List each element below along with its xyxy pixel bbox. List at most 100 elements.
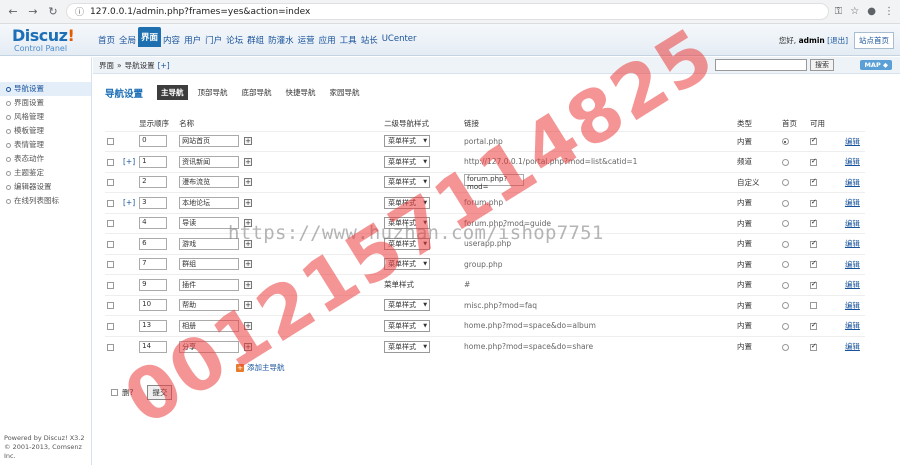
search-input[interactable] <box>715 59 807 71</box>
account-icon[interactable]: ● <box>867 6 876 17</box>
tab-item[interactable]: 家园导航 <box>326 85 364 100</box>
edit-link[interactable]: 编辑 <box>845 157 860 166</box>
home-radio[interactable] <box>781 302 789 310</box>
add-subnav-icon[interactable]: + <box>244 280 253 289</box>
order-input[interactable]: 0 <box>139 135 168 148</box>
add-subnav-icon[interactable]: + <box>244 219 253 228</box>
sidebar-item[interactable]: 表态动作 <box>0 152 91 166</box>
add-subnav-icon[interactable]: + <box>244 239 253 248</box>
row-delete-checkbox[interactable] <box>107 343 114 351</box>
add-subnav-icon[interactable]: + <box>244 178 253 187</box>
tab-item[interactable]: 快捷导航 <box>282 85 320 100</box>
home-radio[interactable] <box>781 240 789 248</box>
topnav-item[interactable]: 运营 <box>296 32 317 48</box>
style-select[interactable]: 菜单样式 <box>384 217 431 230</box>
row-delete-checkbox[interactable] <box>107 281 114 289</box>
name-input[interactable]: 导读 <box>179 217 240 230</box>
sidebar-item[interactable]: 在线列表图标 <box>0 194 91 208</box>
style-select[interactable]: 菜单样式 <box>384 237 431 250</box>
home-radio[interactable] <box>781 158 789 166</box>
topnav-item[interactable]: 站长 <box>359 32 380 48</box>
order-input[interactable]: 9 <box>139 278 168 291</box>
available-checkbox[interactable] <box>809 321 817 330</box>
order-input[interactable]: 2 <box>139 176 168 189</box>
home-radio[interactable] <box>781 179 789 187</box>
style-select[interactable]: 菜单样式 <box>384 155 431 168</box>
order-input[interactable]: 6 <box>139 237 168 250</box>
available-checkbox[interactable] <box>809 280 817 289</box>
edit-link[interactable]: 编辑 <box>845 219 860 228</box>
name-input[interactable]: 相册 <box>179 319 240 332</box>
home-radio[interactable] <box>781 199 789 207</box>
name-input[interactable]: 本地论坛 <box>179 196 240 209</box>
add-main-nav[interactable]: + 添加主导航 <box>236 362 285 373</box>
row-delete-checkbox[interactable] <box>107 261 114 269</box>
expand-toggle[interactable]: [+] <box>123 198 135 207</box>
discuz-logo[interactable]: Discuz! Control Panel <box>12 28 92 54</box>
home-radio[interactable] <box>781 281 789 289</box>
available-checkbox[interactable] <box>809 239 817 248</box>
home-radio[interactable] <box>781 138 789 146</box>
tab-item[interactable]: 主导航 <box>157 85 188 100</box>
topnav-item[interactable]: 防灌水 <box>266 32 296 48</box>
style-select[interactable]: 菜单样式 <box>384 258 431 271</box>
row-delete-checkbox[interactable] <box>107 302 114 310</box>
name-input[interactable]: 网站首页 <box>179 135 240 148</box>
map-button[interactable]: MAP ◆ <box>860 60 892 70</box>
edit-link[interactable]: 编辑 <box>845 137 860 146</box>
name-input[interactable]: 漫布流览 <box>179 176 240 189</box>
order-input[interactable]: 13 <box>139 319 168 332</box>
name-input[interactable]: 帮助 <box>179 299 240 312</box>
style-select[interactable]: 菜单样式 <box>384 299 431 312</box>
topnav-item[interactable]: 应用 <box>317 32 338 48</box>
home-radio[interactable] <box>781 220 789 228</box>
star-icon[interactable]: ☆ <box>850 6 859 17</box>
topnav-item[interactable]: 界面 <box>138 27 162 47</box>
name-input[interactable]: 游戏 <box>179 237 240 250</box>
delete-all-checkbox[interactable] <box>111 389 118 396</box>
row-delete-checkbox[interactable] <box>107 322 114 330</box>
topnav-item[interactable]: 用户 <box>182 32 203 48</box>
topnav-item[interactable]: 全局 <box>117 32 138 48</box>
order-input[interactable]: 4 <box>139 217 168 230</box>
address-bar[interactable]: ⓘ 127.0.0.1/admin.php?frames=yes&action=… <box>66 3 829 20</box>
available-checkbox[interactable] <box>809 198 817 207</box>
topnav-item[interactable]: 门户 <box>203 32 224 48</box>
topnav-item[interactable]: 群组 <box>245 32 266 48</box>
edit-link[interactable]: 编辑 <box>845 198 860 207</box>
sidebar-item[interactable]: 导航设置 <box>0 82 91 96</box>
edit-link[interactable]: 编辑 <box>845 178 860 187</box>
available-checkbox[interactable] <box>809 218 817 228</box>
topnav-item[interactable]: 首页 <box>96 32 117 48</box>
row-delete-checkbox[interactable] <box>107 158 114 166</box>
tab-item[interactable]: 顶部导航 <box>194 85 232 100</box>
row-delete-checkbox[interactable] <box>107 179 114 187</box>
name-input[interactable]: 分享 <box>179 340 240 353</box>
tab-item[interactable]: 底部导航 <box>238 85 276 100</box>
sidebar-item[interactable]: 主题鉴定 <box>0 166 91 180</box>
name-input[interactable]: 资讯新闻 <box>179 155 240 168</box>
row-delete-checkbox[interactable] <box>107 138 114 146</box>
add-subnav-icon[interactable]: + <box>244 137 253 146</box>
back-icon[interactable]: ← <box>6 5 20 19</box>
add-subnav-icon[interactable]: + <box>244 342 253 351</box>
breadcrumb-section[interactable]: 界面 <box>99 60 114 71</box>
available-checkbox[interactable] <box>809 136 817 146</box>
add-subnav-icon[interactable]: + <box>244 260 253 269</box>
site-home-button[interactable]: 站点首页 <box>854 32 894 49</box>
topnav-item[interactable]: 内容 <box>161 32 182 48</box>
topnav-item[interactable]: 工具 <box>338 32 359 48</box>
row-delete-checkbox[interactable] <box>107 199 114 207</box>
edit-link[interactable]: 编辑 <box>845 280 860 289</box>
style-select[interactable]: 菜单样式 <box>384 340 431 353</box>
expand-toggle[interactable]: [+] <box>123 157 135 166</box>
link-input[interactable]: forum.php?mod= <box>464 173 525 191</box>
name-input[interactable]: 群组 <box>179 258 240 271</box>
sidebar-item[interactable]: 表情管理 <box>0 138 91 152</box>
edit-link[interactable]: 编辑 <box>845 342 860 351</box>
style-select[interactable]: 菜单样式 <box>384 319 431 332</box>
row-delete-checkbox[interactable] <box>107 240 114 248</box>
available-checkbox[interactable] <box>809 157 817 166</box>
menu-icon[interactable]: ⋮ <box>884 6 894 17</box>
edit-link[interactable]: 编辑 <box>845 260 860 269</box>
